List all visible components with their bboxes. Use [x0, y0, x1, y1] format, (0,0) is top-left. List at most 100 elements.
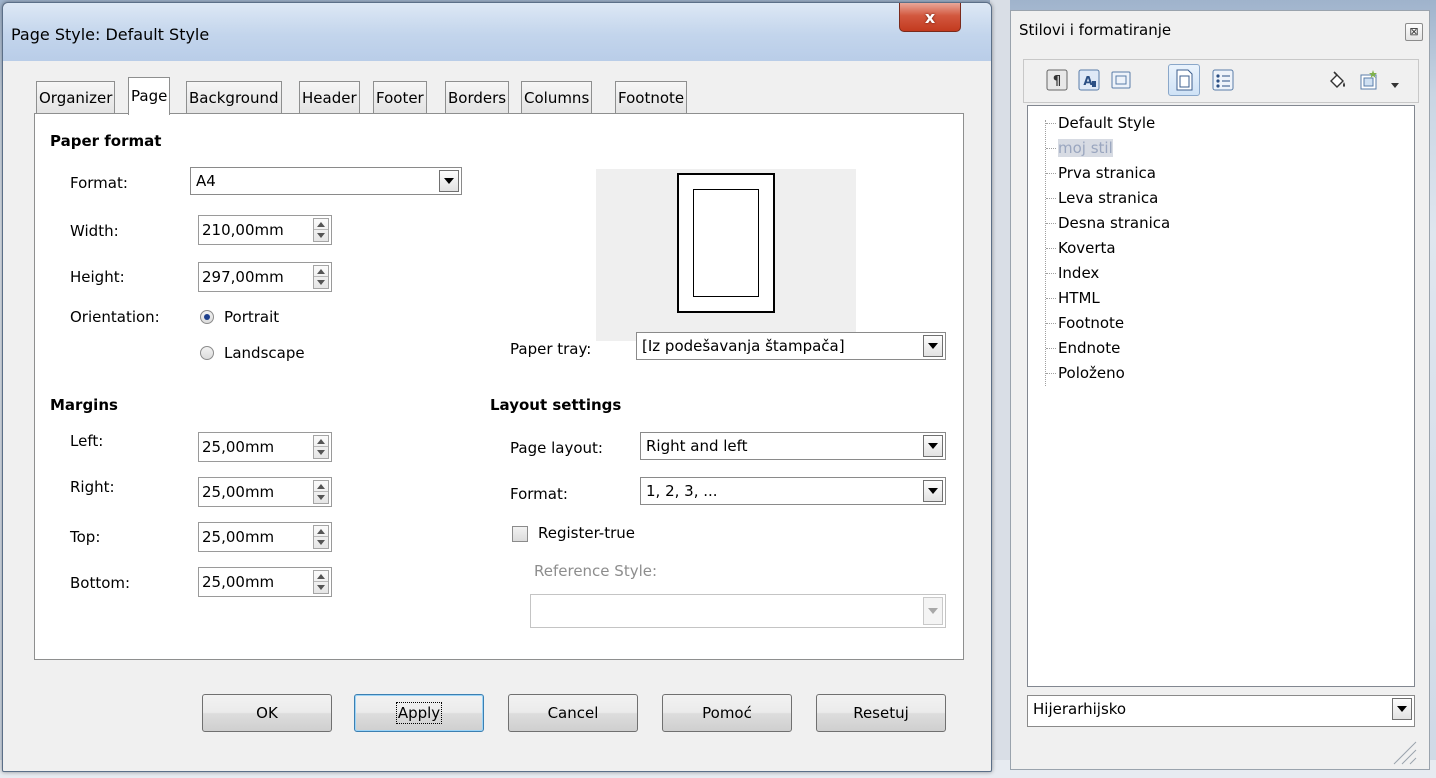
- right-margin-value: 25,00mm: [202, 483, 275, 501]
- list-item[interactable]: Leva stranica: [1045, 189, 1158, 207]
- reset-button-label: Resetuj: [853, 704, 909, 722]
- spin-buttons-icon[interactable]: [313, 570, 329, 594]
- left-margin-label: Left:: [70, 432, 104, 450]
- help-button[interactable]: Pomoć: [662, 694, 792, 732]
- height-label: Height:: [70, 268, 125, 286]
- left-margin-value: 25,00mm: [202, 438, 275, 456]
- new-style-icon[interactable]: [1358, 69, 1380, 91]
- list-item[interactable]: HTML: [1046, 289, 1100, 307]
- list-item[interactable]: Endnote: [1045, 339, 1120, 357]
- right-margin-spinner[interactable]: 25,00mm: [198, 477, 332, 507]
- bottom-margin-spinner[interactable]: 25,00mm: [198, 567, 332, 597]
- panel-close-icon[interactable]: ⊠: [1405, 23, 1423, 41]
- tab-columns[interactable]: Columns: [521, 81, 593, 113]
- paper-tray-select[interactable]: [Iz podešavanja štampača]: [636, 332, 946, 360]
- tab-organizer[interactable]: Organizer: [36, 81, 116, 113]
- portrait-label[interactable]: Portrait: [224, 308, 279, 326]
- spin-buttons-icon[interactable]: [313, 480, 329, 504]
- reset-button[interactable]: Resetuj: [816, 694, 946, 732]
- reference-style-select[interactable]: [530, 594, 946, 628]
- close-icon: x: [924, 7, 936, 27]
- tree-connector: [1045, 120, 1047, 386]
- chevron-down-icon[interactable]: [923, 335, 943, 357]
- style-filter-select[interactable]: Hijerarhijsko: [1027, 695, 1415, 727]
- layout-settings-heading: Layout settings: [490, 396, 622, 414]
- list-item[interactable]: Index: [1045, 264, 1099, 282]
- right-margin-label: Right:: [70, 478, 115, 496]
- width-value: 210,00mm: [202, 221, 284, 239]
- chevron-down-icon[interactable]: [1392, 698, 1412, 720]
- register-true-label[interactable]: Register-true: [538, 524, 635, 542]
- chevron-down-icon[interactable]: [439, 170, 459, 192]
- page-styles-icon[interactable]: [1168, 64, 1200, 96]
- window-gap: [990, 0, 1010, 778]
- spin-buttons-icon[interactable]: [313, 265, 329, 289]
- paragraph-styles-icon[interactable]: ¶: [1046, 69, 1068, 91]
- spin-buttons-icon[interactable]: [313, 218, 329, 242]
- dropdown-arrow-icon[interactable]: [1390, 76, 1400, 88]
- paper-tray-value: [Iz podešavanja štampača]: [642, 337, 845, 355]
- tab-background[interactable]: Background: [186, 81, 282, 113]
- spin-buttons-icon[interactable]: [313, 525, 329, 549]
- style-filter-value: Hijerarhijsko: [1033, 700, 1127, 718]
- top-margin-label: Top:: [70, 528, 101, 546]
- resize-grip-icon[interactable]: [1388, 738, 1418, 766]
- list-item[interactable]: Koverta: [1046, 239, 1116, 257]
- left-margin-spinner[interactable]: 25,00mm: [198, 432, 332, 462]
- numbering-format-select[interactable]: 1, 2, 3, ...: [640, 477, 946, 505]
- tab-footnote[interactable]: Footnote: [615, 81, 688, 113]
- preview-page-icon: [677, 173, 775, 313]
- portrait-radio[interactable]: [200, 310, 214, 324]
- apply-button-label: Apply: [395, 702, 443, 724]
- close-button[interactable]: x: [899, 3, 961, 32]
- paper-format-value: A4: [196, 172, 216, 190]
- paper-format-select[interactable]: A4: [190, 167, 462, 195]
- register-true-checkbox[interactable]: [512, 526, 528, 542]
- reference-style-label: Reference Style:: [534, 562, 658, 580]
- dialog-title: Page Style: Default Style: [11, 25, 210, 44]
- landscape-label[interactable]: Landscape: [224, 344, 305, 362]
- spin-buttons-icon[interactable]: [313, 435, 329, 459]
- landscape-radio[interactable]: [200, 346, 214, 360]
- list-styles-icon[interactable]: [1212, 69, 1234, 91]
- bottom-margin-value: 25,00mm: [202, 573, 275, 591]
- top-margin-spinner[interactable]: 25,00mm: [198, 522, 332, 552]
- chevron-down-icon[interactable]: [923, 480, 943, 502]
- list-item-selected[interactable]: moj stil: [1046, 139, 1113, 157]
- tab-page[interactable]: Page: [128, 77, 171, 115]
- tab-header[interactable]: Header: [299, 81, 360, 113]
- chevron-down-icon[interactable]: [923, 597, 943, 625]
- ok-button-label: OK: [256, 704, 278, 722]
- height-value: 297,00mm: [202, 268, 284, 286]
- format-label: Format:: [70, 174, 128, 192]
- page-layout-select[interactable]: Right and left: [640, 432, 946, 460]
- help-button-label: Pomoć: [702, 704, 752, 722]
- styles-toolbar: ¶ A: [1023, 59, 1419, 103]
- cancel-button[interactable]: Cancel: [508, 694, 638, 732]
- list-item[interactable]: Desna stranica: [1045, 214, 1170, 232]
- cancel-button-label: Cancel: [547, 704, 599, 722]
- width-spinner[interactable]: 210,00mm: [198, 215, 332, 245]
- frame-styles-icon[interactable]: [1110, 69, 1132, 91]
- chevron-down-icon[interactable]: [923, 435, 943, 457]
- height-spinner[interactable]: 297,00mm: [198, 262, 332, 292]
- paper-tray-label: Paper tray:: [510, 340, 592, 358]
- apply-button[interactable]: Apply: [354, 694, 484, 732]
- character-styles-icon[interactable]: A: [1078, 69, 1100, 91]
- page-layout-value: Right and left: [646, 437, 748, 455]
- styles-list[interactable]: Default Style moj stil Prva stranica Lev…: [1027, 105, 1415, 687]
- tab-borders[interactable]: Borders: [445, 81, 510, 113]
- tab-footer[interactable]: Footer: [373, 81, 427, 113]
- list-item[interactable]: Footnote: [1045, 314, 1124, 332]
- ok-button[interactable]: OK: [202, 694, 332, 732]
- panel-title: Stilovi i formatiranje: [1019, 21, 1172, 39]
- numbering-format-label: Format:: [510, 485, 568, 503]
- list-item[interactable]: Default Style: [1045, 114, 1155, 132]
- preview-margin-box: [693, 189, 759, 297]
- paper-format-heading: Paper format: [50, 132, 162, 150]
- fill-format-icon[interactable]: [1326, 69, 1348, 91]
- list-item[interactable]: Položeno: [1046, 364, 1125, 382]
- styles-and-formatting-panel: Stilovi i formatiranje ⊠ ¶ A Default Sty…: [1010, 10, 1430, 770]
- dialog-titlebar[interactable]: Page Style: Default Style x: [3, 3, 991, 61]
- list-item[interactable]: Prva stranica: [1046, 164, 1156, 182]
